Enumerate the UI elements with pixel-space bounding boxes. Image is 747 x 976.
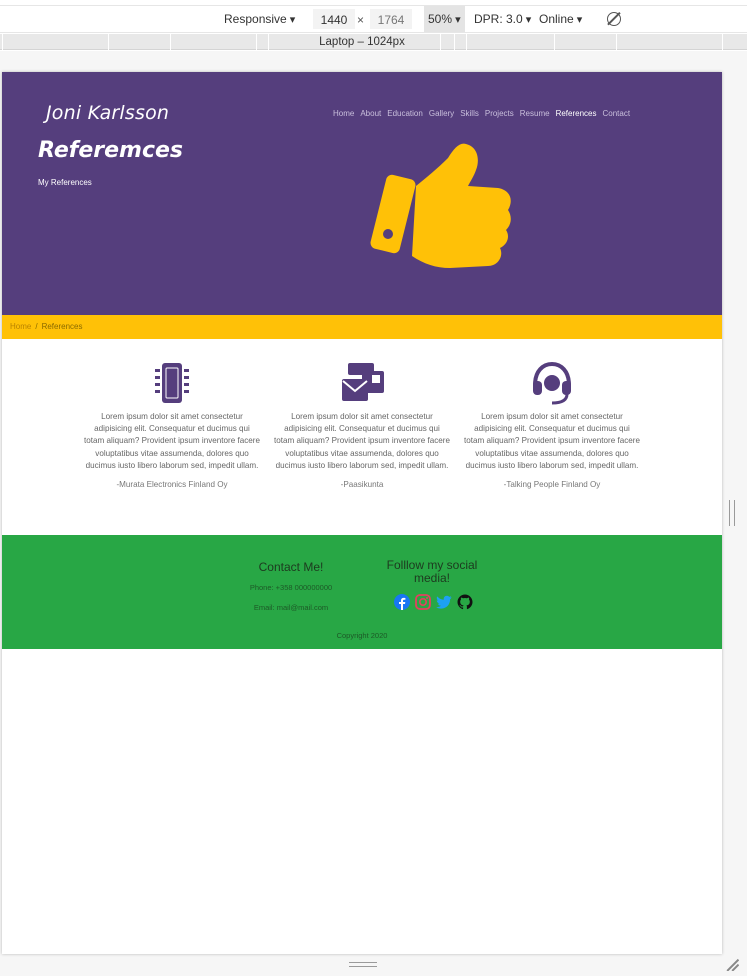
page-title: Referemces [38, 138, 184, 163]
breadcrumb: Home / References [10, 322, 83, 331]
nav-skills[interactable]: Skills [460, 109, 479, 118]
copyright: Copyright 2020 [336, 631, 388, 640]
main-nav: Home About Education Gallery Skills Proj… [333, 109, 630, 118]
mail-bulk-icon [342, 363, 384, 401]
dimension-separator: × [357, 13, 365, 27]
site-footer: Contact Me! Phone: +358 000000000 Email:… [2, 535, 722, 649]
headset-icon [533, 361, 571, 405]
throttling-select[interactable]: Online [539, 6, 582, 32]
device-select[interactable]: Responsive [224, 6, 295, 32]
reference-text: Lorem ipsum dolor sit amet consectetur a… [84, 412, 260, 470]
twitter-icon[interactable] [436, 594, 452, 610]
devtools-device-toolbar: Responsive 1440 × 1764 50% DPR: 3.0 Onli… [0, 0, 747, 52]
media-query-bar[interactable]: Laptop – 1024px [0, 34, 747, 50]
zoom-select[interactable]: 50% [424, 6, 465, 32]
viewport-width-input[interactable]: 1440 [313, 9, 355, 29]
social-links [394, 594, 473, 610]
reference-author: -Talking People Finland Oy [503, 480, 601, 490]
reference-text: Lorem ipsum dolor sit amet consectetur a… [274, 412, 450, 470]
breadcrumb-bar: Home / References [2, 315, 722, 339]
nav-home[interactable]: Home [333, 109, 354, 118]
nav-resume[interactable]: Resume [520, 109, 550, 118]
dpr-select[interactable]: DPR: 3.0 [474, 6, 531, 32]
emulated-viewport: Joni Karlsson Home About Education Galle… [2, 72, 722, 954]
contact-phone: Phone: +358 000000000 [249, 583, 333, 592]
page-subtitle: My References [38, 178, 92, 187]
nav-education[interactable]: Education [387, 109, 423, 118]
instagram-icon[interactable] [415, 594, 431, 610]
contact-title: Contact Me! [258, 560, 324, 574]
reference-card: Lorem ipsum dolor sit amet consectetur a… [273, 361, 451, 489]
nav-contact[interactable]: Contact [602, 109, 630, 118]
breadcrumb-current: References [41, 322, 83, 331]
nav-references[interactable]: References [556, 109, 597, 118]
breadcrumb-separator: / [35, 322, 38, 331]
contact-email[interactable]: Email: mail@mail.com [226, 603, 356, 612]
reference-author: -Paasikunta [340, 480, 384, 490]
social-title: Folllow my social media! [386, 558, 478, 585]
github-icon[interactable] [457, 594, 473, 610]
reference-card: Lorem ipsum dolor sit amet consectetur a… [83, 361, 261, 489]
rotate-icon[interactable] [607, 12, 621, 26]
nav-gallery[interactable]: Gallery [429, 109, 454, 118]
reference-card: Lorem ipsum dolor sit amet consectetur a… [463, 361, 641, 489]
media-query-label: Laptop – 1024px [319, 36, 405, 48]
nav-projects[interactable]: Projects [485, 109, 514, 118]
viewport-resize-handle-bottom[interactable] [349, 962, 377, 967]
nav-about[interactable]: About [360, 109, 381, 118]
hero-header: Joni Karlsson Home About Education Galle… [2, 72, 722, 315]
facebook-icon[interactable] [394, 594, 410, 610]
thumbs-up-icon [370, 143, 511, 268]
viewport-resize-handle-right[interactable] [729, 500, 735, 526]
viewport-height-input[interactable]: 1764 [370, 9, 412, 29]
brand-name[interactable]: Joni Karlsson [46, 102, 169, 124]
reference-author: -Murata Electronics Finland Oy [116, 480, 228, 490]
microchip-icon [155, 363, 189, 403]
device-toolbar-row: Responsive 1440 × 1764 50% DPR: 3.0 Onli… [0, 5, 747, 33]
reference-text: Lorem ipsum dolor sit amet consectetur a… [464, 412, 640, 470]
breadcrumb-home[interactable]: Home [10, 322, 31, 331]
viewport-resize-corner[interactable] [725, 957, 739, 971]
references-section: Lorem ipsum dolor sit amet consectetur a… [2, 339, 722, 535]
